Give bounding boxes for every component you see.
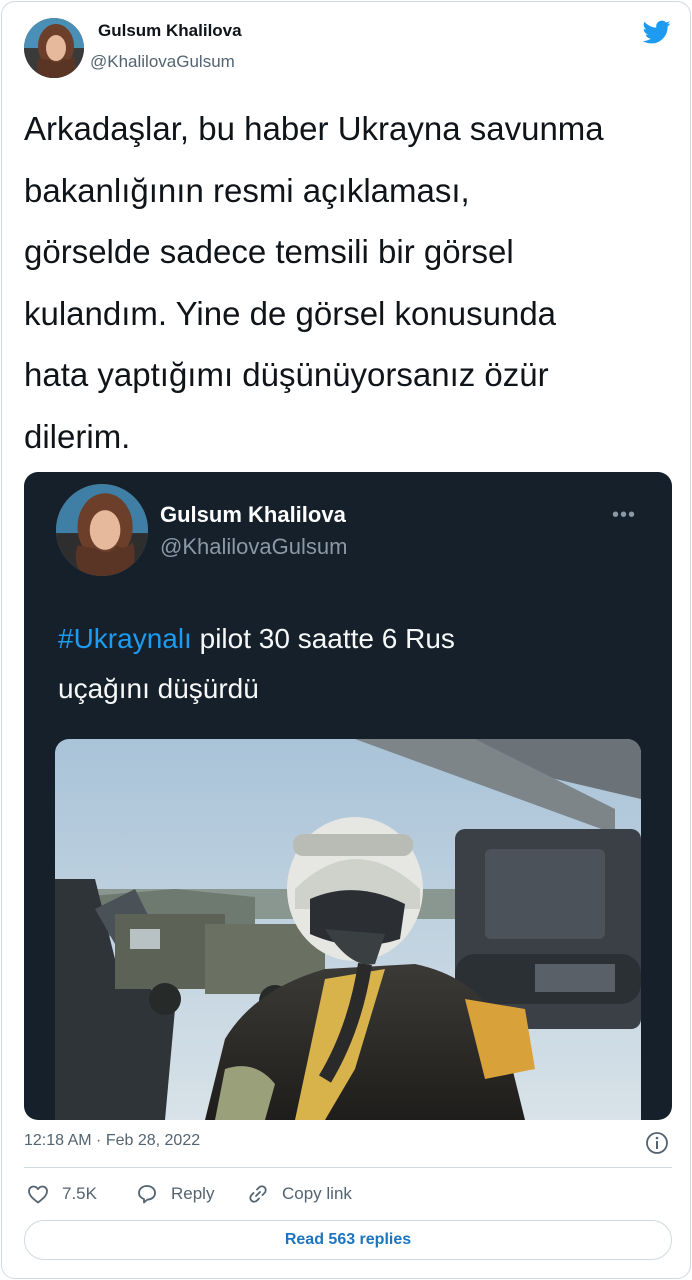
tweet-line: Arkadaşlar, bu haber Ukrayna savunma [24, 110, 604, 147]
tweet-timestamp[interactable]: 12:18 AM · Feb 28, 2022 [24, 1132, 200, 1150]
pilot-photo [55, 739, 641, 1120]
like-count: 7.5K [62, 1184, 97, 1203]
reply-label: Reply [171, 1184, 215, 1203]
author-handle[interactable]: @KhalilovaGulsum [90, 52, 235, 72]
copy-link-button[interactable]: Copy link [246, 1182, 352, 1206]
quoted-text-line2: uçağını düşürdü [58, 673, 259, 704]
author-name[interactable]: Gulsum Khalilova [98, 21, 242, 41]
tweet-line: görselde sadece temsili bir görsel [24, 233, 514, 270]
twitter-bird-icon[interactable] [641, 18, 673, 46]
tweet-text: Arkadaşlar, bu haber Ukrayna savunma bak… [24, 98, 674, 467]
quoted-avatar [56, 484, 148, 576]
more-options-icon: ••• [612, 504, 637, 526]
read-replies-button[interactable]: Read 563 replies [24, 1220, 672, 1260]
tweet-line: dilerim. [24, 417, 131, 455]
tweet-line: bakanlığının resmi açıklaması, [24, 171, 470, 209]
reply-button[interactable]: Reply [135, 1182, 214, 1206]
like-button[interactable]: 7.5K [26, 1182, 97, 1206]
tweet-line: hata yaptığımı düşünüyorsanız özür [24, 356, 549, 393]
quoted-text-rest: pilot 30 saatte 6 Rus [191, 623, 455, 654]
hashtag-link: #Ukraynalı [58, 623, 192, 654]
copy-link-label: Copy link [282, 1184, 352, 1203]
quoted-name: Gulsum Khalilova [160, 502, 346, 527]
link-icon [249, 1185, 267, 1203]
author-avatar[interactable] [24, 18, 84, 78]
info-icon[interactable] [645, 1131, 669, 1155]
embedded-tweet-image[interactable]: Gulsum Khalilova @KhalilovaGulsum ••• #U… [24, 472, 672, 1120]
quoted-text: #Ukraynalı pilot 30 saatte 6 Rus uçağını… [58, 614, 638, 714]
speech-bubble-icon [138, 1185, 156, 1204]
divider [24, 1167, 672, 1168]
quoted-handle: @KhalilovaGulsum [160, 534, 348, 559]
tweet-card: Gulsum Khalilova @KhalilovaGulsum Arkada… [1, 1, 691, 1279]
tweet-line: kulandım. Yine de görsel konusunda [24, 294, 557, 332]
heart-icon [28, 1185, 48, 1204]
